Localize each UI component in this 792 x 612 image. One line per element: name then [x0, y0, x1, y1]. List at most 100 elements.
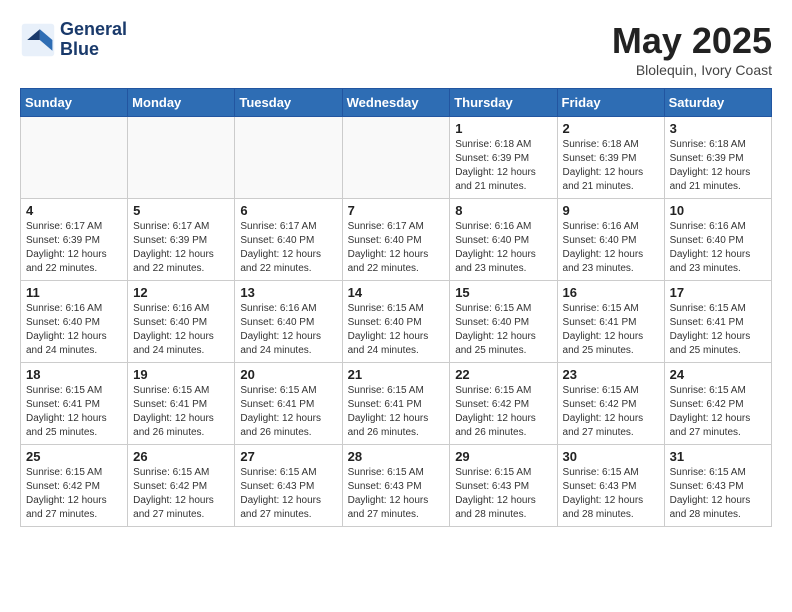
day-number: 27: [240, 449, 336, 464]
calendar-cell: 5Sunrise: 6:17 AMSunset: 6:39 PMDaylight…: [128, 199, 235, 281]
calendar-cell: 1 Sunrise: 6:18 AMSunset: 6:39 PMDaylight…: [450, 117, 557, 199]
day-number: 21: [348, 367, 445, 382]
calendar-cell: 4 Sunrise: 6:17 AMSunset: 6:39 PMDaylight…: [21, 199, 128, 281]
calendar-cell: [235, 117, 342, 199]
calendar-header: Sunday Monday Tuesday Wednesday Thursday…: [21, 89, 772, 117]
calendar-cell: 20 Sunrise: 6:15 AMSunset: 6:41 PMDayligh…: [235, 363, 342, 445]
day-info: Sunrise: 6:17 AMSunset: 6:39 PMDaylight:…: [133, 220, 229, 276]
day-number: 17: [670, 285, 766, 300]
location-subtitle: Blolequin, Ivory Coast: [612, 62, 772, 78]
week-row-0: 1 Sunrise: 6:18 AMSunset: 6:39 PMDaylight…: [21, 117, 772, 199]
day-info: Sunrise: 6:15 AMSunset: 6:40 PMDaylight:…: [348, 302, 445, 358]
day-info: Sunrise: 6:15 AMSunset: 6:41 PMDaylight:…: [133, 384, 229, 440]
col-tuesday: Tuesday: [235, 89, 342, 117]
day-info: Sunrise: 6:18 AMSunset: 6:39 PMDaylight:…: [455, 138, 551, 194]
col-saturday: Saturday: [664, 89, 771, 117]
day-number: 3: [670, 121, 766, 136]
day-info: Sunrise: 6:17 AMSunset: 6:40 PMDaylight:…: [348, 220, 445, 276]
day-info: Sunrise: 6:15 AMSunset: 6:43 PMDaylight:…: [240, 466, 336, 522]
day-info: Sunrise: 6:15 AMSunset: 6:41 PMDaylight:…: [26, 384, 122, 440]
day-number: 29: [455, 449, 551, 464]
calendar-cell: [342, 117, 450, 199]
calendar-table: Sunday Monday Tuesday Wednesday Thursday…: [20, 88, 772, 527]
calendar-cell: 9 Sunrise: 6:16 AMSunset: 6:40 PMDaylight…: [557, 199, 664, 281]
day-number: 4: [26, 203, 122, 218]
day-number: 10: [670, 203, 766, 218]
day-info: Sunrise: 6:15 AMSunset: 6:43 PMDaylight:…: [348, 466, 445, 522]
calendar-cell: 31 Sunrise: 6:15 AMSunset: 6:43 PMDayligh…: [664, 445, 771, 527]
col-sunday: Sunday: [21, 89, 128, 117]
logo-line2: Blue: [60, 40, 127, 60]
day-info: Sunrise: 6:15 AMSunset: 6:41 PMDaylight:…: [348, 384, 445, 440]
day-number: 22: [455, 367, 551, 382]
calendar-cell: 11 Sunrise: 6:16 AMSunset: 6:40 PMDayligh…: [21, 281, 128, 363]
day-info: Sunrise: 6:15 AMSunset: 6:42 PMDaylight:…: [563, 384, 659, 440]
day-number: 8: [455, 203, 551, 218]
day-info: Sunrise: 6:18 AMSunset: 6:39 PMDaylight:…: [670, 138, 766, 194]
title-block: May 2025 Blolequin, Ivory Coast: [612, 20, 772, 78]
col-wednesday: Wednesday: [342, 89, 450, 117]
day-info: Sunrise: 6:15 AMSunset: 6:42 PMDaylight:…: [26, 466, 122, 522]
day-info: Sunrise: 6:15 AMSunset: 6:42 PMDaylight:…: [133, 466, 229, 522]
day-number: 25: [26, 449, 122, 464]
day-info: Sunrise: 6:16 AMSunset: 6:40 PMDaylight:…: [26, 302, 122, 358]
day-number: 13: [240, 285, 336, 300]
week-row-2: 11 Sunrise: 6:16 AMSunset: 6:40 PMDayligh…: [21, 281, 772, 363]
calendar-cell: 10 Sunrise: 6:16 AMSunset: 6:40 PMDayligh…: [664, 199, 771, 281]
calendar-cell: 16Sunrise: 6:15 AMSunset: 6:41 PMDayligh…: [557, 281, 664, 363]
day-number: 20: [240, 367, 336, 382]
day-number: 6: [240, 203, 336, 218]
day-number: 7: [348, 203, 445, 218]
day-info: Sunrise: 6:15 AMSunset: 6:43 PMDaylight:…: [670, 466, 766, 522]
day-info: Sunrise: 6:17 AMSunset: 6:39 PMDaylight:…: [26, 220, 122, 276]
day-number: 9: [563, 203, 659, 218]
day-number: 24: [670, 367, 766, 382]
day-info: Sunrise: 6:16 AMSunset: 6:40 PMDaylight:…: [670, 220, 766, 276]
day-number: 1: [455, 121, 551, 136]
logo-icon: [20, 22, 56, 58]
calendar-cell: 25 Sunrise: 6:15 AMSunset: 6:42 PMDayligh…: [21, 445, 128, 527]
day-number: 12: [133, 285, 229, 300]
calendar-cell: 8 Sunrise: 6:16 AMSunset: 6:40 PMDaylight…: [450, 199, 557, 281]
calendar-cell: 26 Sunrise: 6:15 AMSunset: 6:42 PMDayligh…: [128, 445, 235, 527]
col-friday: Friday: [557, 89, 664, 117]
calendar-cell: 27 Sunrise: 6:15 AMSunset: 6:43 PMDayligh…: [235, 445, 342, 527]
calendar-cell: 2 Sunrise: 6:18 AMSunset: 6:39 PMDaylight…: [557, 117, 664, 199]
calendar-cell: 21 Sunrise: 6:15 AMSunset: 6:41 PMDayligh…: [342, 363, 450, 445]
calendar-cell: [21, 117, 128, 199]
month-title: May 2025: [612, 20, 772, 62]
day-info: Sunrise: 6:18 AMSunset: 6:39 PMDaylight:…: [563, 138, 659, 194]
calendar-cell: 29Sunrise: 6:15 AMSunset: 6:43 PMDayligh…: [450, 445, 557, 527]
day-info: Sunrise: 6:16 AMSunset: 6:40 PMDaylight:…: [455, 220, 551, 276]
day-number: 26: [133, 449, 229, 464]
day-number: 15: [455, 285, 551, 300]
calendar-body: 1 Sunrise: 6:18 AMSunset: 6:39 PMDaylight…: [21, 117, 772, 527]
day-info: Sunrise: 6:15 AMSunset: 6:42 PMDaylight:…: [670, 384, 766, 440]
calendar-cell: 19 Sunrise: 6:15 AMSunset: 6:41 PMDayligh…: [128, 363, 235, 445]
header-row: Sunday Monday Tuesday Wednesday Thursday…: [21, 89, 772, 117]
day-info: Sunrise: 6:15 AMSunset: 6:41 PMDaylight:…: [563, 302, 659, 358]
day-number: 2: [563, 121, 659, 136]
day-number: 11: [26, 285, 122, 300]
day-number: 14: [348, 285, 445, 300]
day-info: Sunrise: 6:15 AMSunset: 6:41 PMDaylight:…: [240, 384, 336, 440]
calendar-cell: 6 Sunrise: 6:17 AMSunset: 6:40 PMDaylight…: [235, 199, 342, 281]
calendar-cell: 17 Sunrise: 6:15 AMSunset: 6:41 PMDayligh…: [664, 281, 771, 363]
col-thursday: Thursday: [450, 89, 557, 117]
day-number: 30: [563, 449, 659, 464]
calendar-cell: 14 Sunrise: 6:15 AMSunset: 6:40 PMDayligh…: [342, 281, 450, 363]
day-number: 28: [348, 449, 445, 464]
day-number: 18: [26, 367, 122, 382]
day-info: Sunrise: 6:15 AMSunset: 6:43 PMDaylight:…: [563, 466, 659, 522]
day-info: Sunrise: 6:16 AMSunset: 6:40 PMDaylight:…: [240, 302, 336, 358]
calendar-cell: 7 Sunrise: 6:17 AMSunset: 6:40 PMDaylight…: [342, 199, 450, 281]
day-number: 31: [670, 449, 766, 464]
week-row-4: 25 Sunrise: 6:15 AMSunset: 6:42 PMDayligh…: [21, 445, 772, 527]
day-info: Sunrise: 6:16 AMSunset: 6:40 PMDaylight:…: [563, 220, 659, 276]
calendar-cell: 12Sunrise: 6:16 AMSunset: 6:40 PMDayligh…: [128, 281, 235, 363]
page-header: General Blue May 2025 Blolequin, Ivory C…: [20, 20, 772, 78]
day-info: Sunrise: 6:17 AMSunset: 6:40 PMDaylight:…: [240, 220, 336, 276]
day-info: Sunrise: 6:15 AMSunset: 6:41 PMDaylight:…: [670, 302, 766, 358]
logo-line1: General: [60, 20, 127, 40]
day-number: 19: [133, 367, 229, 382]
